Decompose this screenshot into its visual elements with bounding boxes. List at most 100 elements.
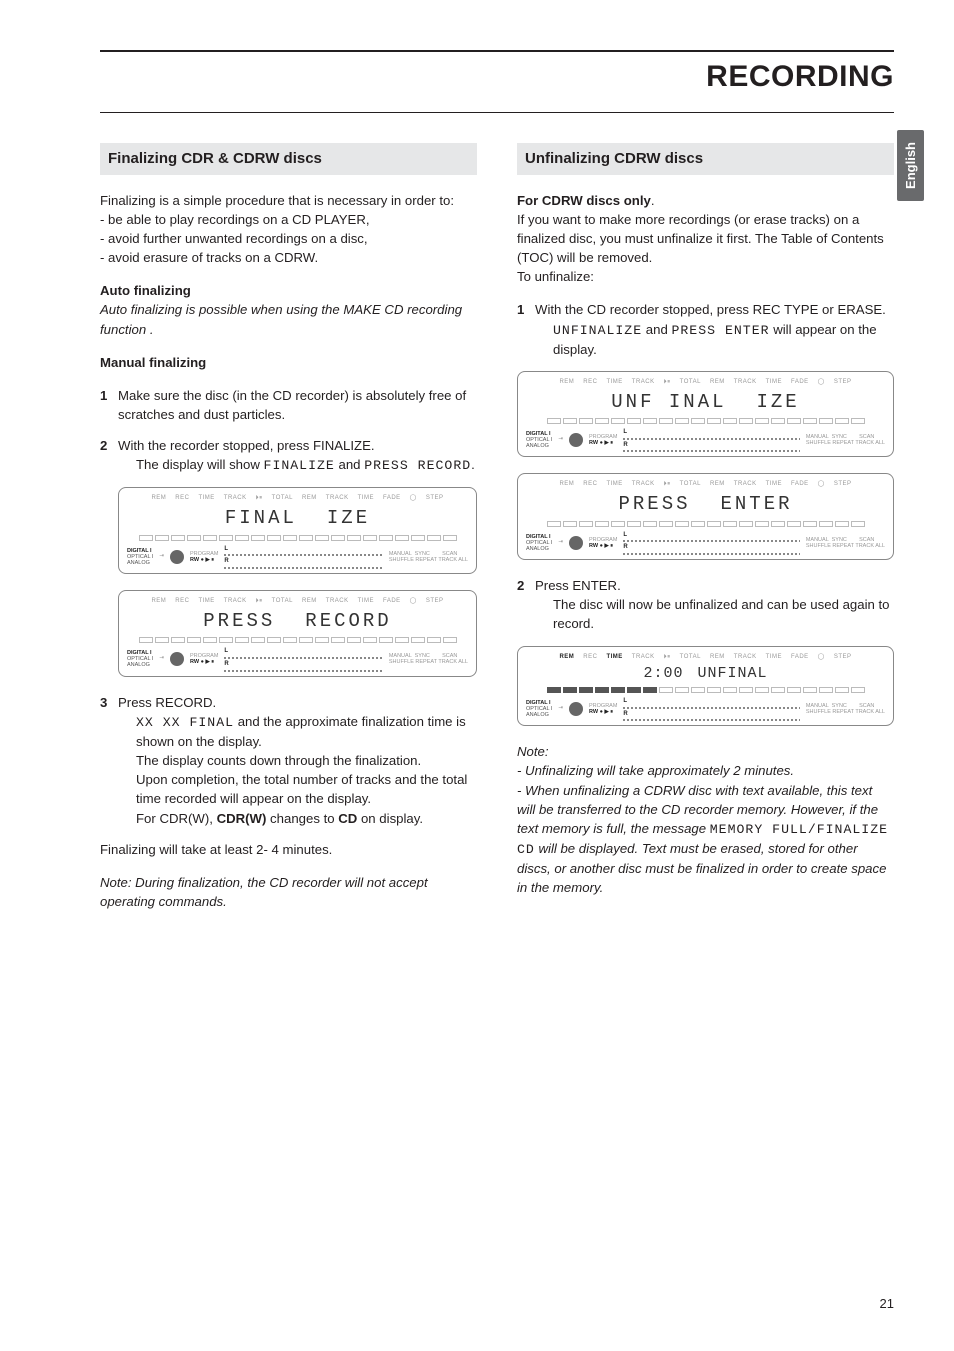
disp-lbl: ◯ — [818, 378, 825, 387]
intro-block: Finalizing is a simple procedure that is… — [100, 191, 477, 268]
rstep1-b: UNFINALIZE and PRESS ENTER will appear o… — [553, 320, 894, 359]
disp-lbl: REM — [151, 494, 166, 503]
lcd-display-press-record: REMRECTIMETRACK⏵⏸TOTALREMTRACKTIMEFADE◯S… — [118, 590, 477, 677]
lcd-main-text: PRESS — [618, 491, 690, 519]
right-para1: If you want to make more recordings (or … — [517, 212, 884, 265]
step3-d: Upon completion, the total number of tra… — [136, 770, 477, 808]
disp-lbl: TIME — [766, 378, 782, 387]
step3-e-bold2: CD — [338, 811, 357, 826]
disp-lbl: MANUAL SYNC SCAN SHUFFLE REPEAT TRACK AL… — [806, 434, 885, 446]
left-column: Finalizing CDR & CDRW discs Finalizing i… — [100, 143, 477, 925]
right-step-1: 1 With the CD recorder stopped, press RE… — [517, 300, 894, 358]
disc-icon — [569, 536, 583, 550]
disp-lbl: REM — [302, 597, 317, 606]
auto-finalizing-block: Auto finalizing Auto finalizing is possi… — [100, 281, 477, 338]
disc-icon — [569, 433, 583, 447]
disp-lbl: ⏵⏸ — [664, 378, 671, 387]
disp-lbl: TRACK — [734, 480, 757, 489]
disp-lbl: TIME — [198, 597, 214, 606]
disp-lbl: ◯ — [410, 494, 417, 503]
step3-e-prefix: For CDR(W), — [136, 811, 217, 826]
disp-lbl: FADE — [791, 653, 809, 662]
disp-lbl: TIME — [198, 494, 214, 503]
disp-lbl: REC — [583, 378, 597, 387]
disp-lbl: REM — [302, 494, 317, 503]
disp-lbl: ◯ — [410, 597, 417, 606]
intro-text: Finalizing is a simple procedure that is… — [100, 191, 477, 210]
disp-lbl: RW ● ▶ ⏸ — [589, 709, 613, 715]
left-step-1: 1 Make sure the disc (in the CD recorder… — [100, 386, 477, 424]
right-intro: For CDRW discs only. If you want to make… — [517, 191, 894, 287]
lcd-main-text: FINAL — [225, 505, 297, 533]
right-para2: To unfinalize: — [517, 269, 594, 284]
disp-lbl: FADE — [791, 378, 809, 387]
disp-lbl: MANUAL SYNC SCAN SHUFFLE REPEAT TRACK AL… — [806, 537, 885, 549]
disp-lbl: STEP — [834, 480, 852, 489]
disp-lbl: TIME — [606, 653, 622, 662]
left-step-2: 2 With the recorder stopped, press FINAL… — [100, 436, 477, 475]
disp-lbl: REM — [559, 480, 574, 489]
note-head: Note: — [517, 742, 894, 761]
disp-lbl: REM — [710, 480, 725, 489]
rstep2-a: Press ENTER. — [535, 576, 894, 595]
rstep2-b: The disc will now be unfinalized and can… — [553, 595, 894, 633]
note-text: Note: During finalization, the CD record… — [100, 875, 428, 909]
left-note: Note: During finalization, the CD record… — [100, 873, 477, 911]
disp-lbl: STEP — [426, 597, 444, 606]
disp-lbl: REM — [710, 653, 725, 662]
disp-lbl: REC — [583, 480, 597, 489]
disp-lbl: TOTAL — [680, 480, 701, 489]
disp-lbl: TOTAL — [272, 597, 293, 606]
disp-lbl: ⏵⏸ — [664, 653, 671, 662]
disp-lbl: FADE — [791, 480, 809, 489]
right-column: Unfinalizing CDRW discs For CDRW discs o… — [517, 143, 894, 925]
top-rule — [100, 50, 894, 52]
arrow-icon: ⇥ — [558, 705, 563, 713]
bullet-1: - be able to play recordings on a CD PLA… — [100, 210, 477, 229]
disp-lbl: RW ● ▶ ⏸ — [190, 659, 214, 665]
step2-mid: and — [335, 457, 364, 472]
page-number: 21 — [880, 1296, 894, 1311]
disp-lbl: REM — [559, 653, 574, 662]
rstep1-a: With the CD recorder stopped, press REC … — [535, 300, 894, 319]
lcd-main-text: RECORD — [305, 608, 391, 636]
step3-c: The display counts down through the fina… — [136, 751, 477, 770]
page-title: RECORDING — [100, 60, 894, 94]
lcd-text: PRESS RECORD — [364, 458, 471, 473]
step2-suffix: . — [471, 457, 475, 472]
lcd-main-text: 2:00 — [643, 663, 683, 685]
disp-lbl: TRACK — [734, 653, 757, 662]
disp-lbl: TRACK — [224, 597, 247, 606]
arrow-icon: ⇥ — [558, 436, 563, 444]
disp-lbl: MANUAL SYNC SCAN SHUFFLE REPEAT TRACK AL… — [806, 703, 885, 715]
lcd-main-text: ENTER — [721, 491, 793, 519]
disp-lbl: TRACK — [224, 494, 247, 503]
manual-heading: Manual finalizing — [100, 353, 477, 372]
lcd-text: FINALIZE — [264, 458, 335, 473]
step3-a: Press RECORD. — [118, 693, 477, 712]
disp-lbl: ◯ — [818, 480, 825, 489]
lcd-display-press-enter: REMRECTIMETRACK⏵⏸TOTALREMTRACKTIMEFADE◯S… — [517, 473, 894, 560]
step2-line-b: The display will show FINALIZE and PRESS… — [136, 455, 477, 475]
disp-lbl: TRACK — [632, 653, 655, 662]
lcd-display-finalize: REMRECTIMETRACK⏵⏸TOTALREMTRACKTIMEFADE◯S… — [118, 487, 477, 574]
disp-lbl: TIME — [606, 378, 622, 387]
lcd-text: XX XX FINAL — [136, 715, 234, 730]
section-heading-left: Finalizing CDR & CDRW discs — [100, 143, 477, 175]
lcd-main-text: PRESS — [203, 608, 275, 636]
sub-heading: For CDRW discs only — [517, 193, 651, 208]
rstep1-mid: and — [642, 322, 671, 337]
auto-heading: Auto finalizing — [100, 281, 477, 300]
disp-lbl: ⏵⏸ — [664, 480, 671, 489]
disp-lbl: RW ● ▶ ⏸ — [589, 440, 613, 446]
auto-text: Auto finalizing is possible when using t… — [100, 300, 477, 338]
note1: - Unfinalizing will take approximately 2… — [517, 761, 894, 780]
disp-lbl: TIME — [766, 480, 782, 489]
language-tab: English — [897, 130, 924, 201]
disp-lbl: MANUAL SYNC SCAN SHUFFLE REPEAT TRACK AL… — [389, 551, 468, 563]
disp-lbl: REC — [175, 597, 189, 606]
bullet-3: - avoid erasure of tracks on a CDRW. — [100, 248, 477, 267]
right-step-2: 2 Press ENTER. The disc will now be unfi… — [517, 576, 894, 633]
disp-lbl: FADE — [383, 597, 401, 606]
lcd-main-text: UNF INAL — [611, 389, 726, 417]
